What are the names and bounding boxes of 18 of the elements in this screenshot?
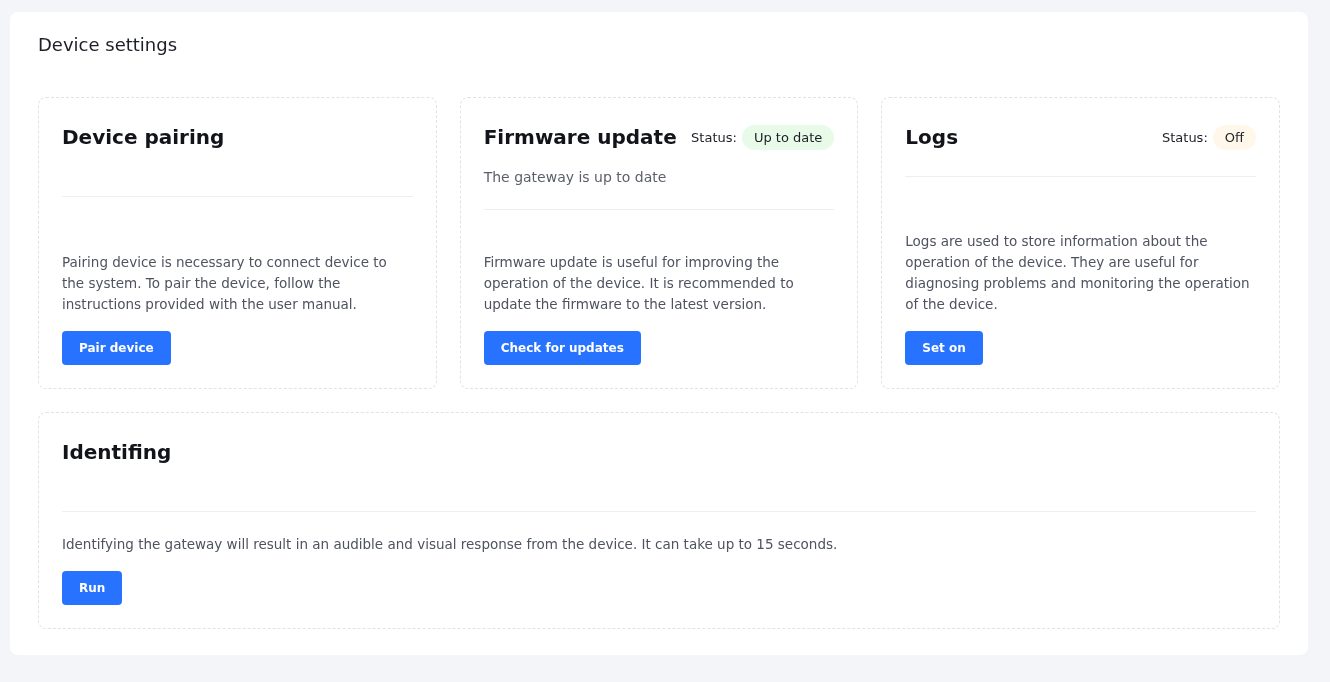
- action-button[interactable]: Run: [62, 571, 123, 605]
- page-title: Device settings: [38, 34, 179, 55]
- action-button[interactable]: Pair device: [62, 331, 171, 365]
- card-title: Logs: [905, 125, 959, 149]
- status-badge: Up to date: [741, 124, 835, 150]
- description: Logs are used to store information about the operation of the device. They are useful for diagnosing problems and monitoring the operation of the device.: [905, 232, 1251, 314]
- status-label: Status:: [1161, 129, 1208, 145]
- action-button[interactable]: Set on: [905, 331, 983, 365]
- card-title: Identifing: [62, 440, 172, 464]
- description: Identifying the gateway will result in an audible and visual response from the device. It can take up to 15 seconds.: [62, 535, 839, 554]
- status-label: Status:: [691, 129, 737, 145]
- action-button[interactable]: Check for updates: [483, 331, 641, 365]
- status-badge: Off: [1212, 124, 1256, 150]
- description: Firmware update is useful for improving the operation of the device. It is recommended to update the firmware to the latest version.: [483, 253, 795, 314]
- card-title: Device pairing: [62, 125, 225, 149]
- card-title: Firmware update: [483, 125, 677, 149]
- description: Pairing device is necessary to connect device to the system. To pair the device, follow the instructions provided with the user manual.: [62, 253, 388, 314]
- status-text: The gateway is up to date: [483, 169, 668, 185]
